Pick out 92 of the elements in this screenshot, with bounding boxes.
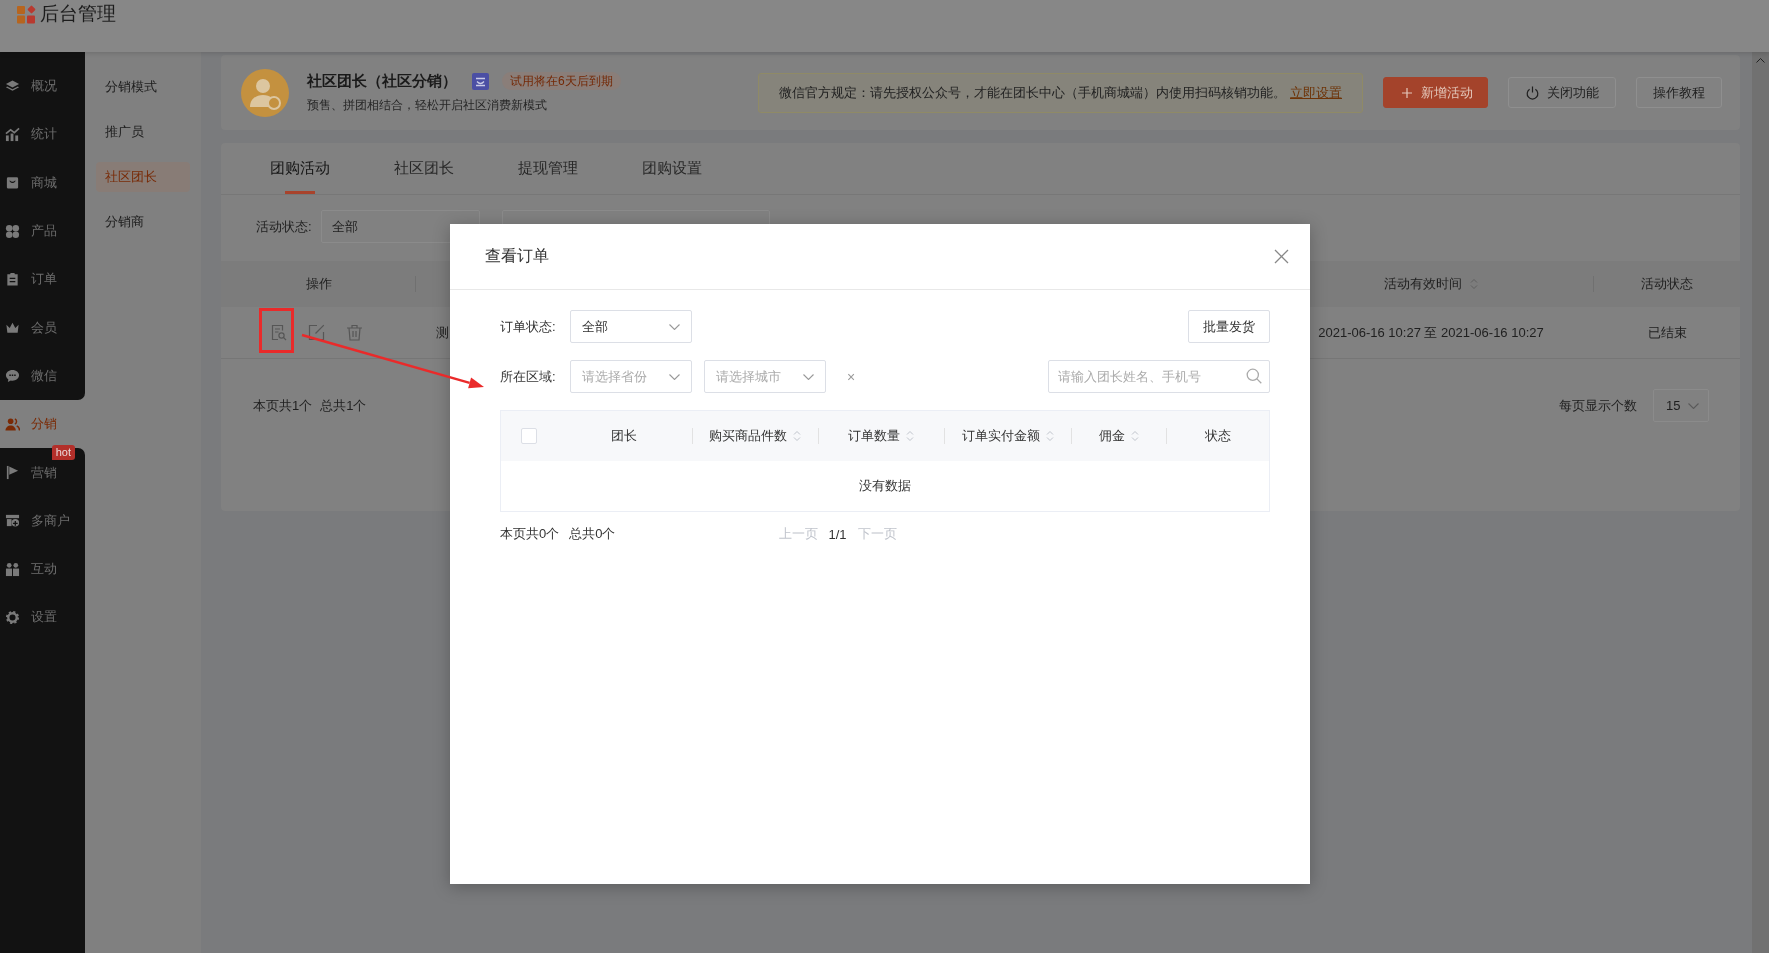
caret-icon — [1688, 402, 1699, 409]
tab[interactable]: 社区团长 — [362, 143, 486, 194]
crown-icon — [5, 320, 20, 336]
nav-item[interactable]: 订单 — [0, 255, 85, 304]
total-count: 总共0个 — [569, 525, 616, 543]
hot-tag: hot — [51, 445, 75, 461]
submenu-item[interactable]: 分销商 — [96, 207, 190, 237]
caret-icon — [669, 323, 680, 330]
clipboard-icon — [5, 271, 20, 287]
submenu-item[interactable]: 社区团长 — [96, 162, 190, 192]
nav-item[interactable]: 微信 — [0, 351, 85, 401]
trash-icon[interactable] — [346, 324, 363, 341]
batch-ship-button[interactable]: 批量发货 — [1188, 310, 1270, 343]
avatar-icon — [241, 68, 289, 117]
column-header: 活动状态 — [1640, 275, 1694, 293]
field-label: 所在区域: — [500, 367, 557, 386]
sort-icon — [1045, 430, 1054, 442]
page-size-select[interactable]: 15 — [1653, 389, 1709, 422]
highlight-frame — [259, 308, 294, 353]
setup-link[interactable]: 立即设置 — [1290, 84, 1342, 100]
trial-notice: 试用将在6天后到期 — [502, 72, 621, 90]
province-select[interactable]: 请选择省份 — [570, 360, 692, 393]
people-icon — [5, 561, 20, 577]
document-search-icon[interactable] — [270, 324, 287, 341]
search-icon[interactable] — [1246, 368, 1262, 384]
page-summary: 本页共1个 — [253, 396, 313, 415]
column-header[interactable]: 订单实付金额 — [944, 411, 1071, 461]
sort-icon — [906, 430, 914, 442]
nav-item[interactable]: 产品 — [0, 206, 85, 256]
nav-item[interactable]: 商城 — [0, 158, 85, 207]
nav-item[interactable]: 互动 — [0, 544, 85, 594]
edit-icon[interactable] — [308, 324, 325, 341]
bag-icon — [5, 175, 20, 191]
total-count: 总共1个 — [320, 396, 367, 415]
filter-label: 活动状态: — [256, 217, 313, 236]
bar-chart-icon — [5, 126, 20, 142]
nav-item[interactable]: 统计 — [0, 110, 85, 159]
page-subtitle: 预售、拼团相结合，轻松开启社区消费新模式 — [307, 97, 548, 114]
sort-icon — [1130, 430, 1139, 442]
users-icon — [5, 416, 20, 432]
add-activity-button[interactable]: 新增活动 — [1383, 77, 1488, 108]
submenu-item[interactable]: 分销模式 — [96, 72, 190, 102]
tab[interactable]: 团购设置 — [610, 143, 734, 194]
table-cell: 测 — [436, 324, 449, 340]
empty-message: 没有数据 — [859, 477, 911, 495]
app-title: 后台管理 — [40, 2, 116, 26]
submenu-item[interactable]: 推广员 — [96, 117, 190, 147]
clover-icon — [5, 223, 20, 239]
logo-icon — [17, 4, 36, 24]
dialog-title: 查看订单 — [485, 246, 549, 266]
power-icon — [1526, 85, 1539, 100]
nav-item[interactable]: 会员 — [0, 303, 85, 352]
nav-item[interactable]: 设置 — [0, 593, 85, 642]
plus-icon — [1402, 87, 1412, 98]
page-summary: 本页共0个 — [500, 525, 560, 543]
close-icon[interactable] — [1274, 249, 1289, 264]
tab[interactable]: 团购活动 — [238, 143, 362, 194]
flag-icon — [5, 465, 20, 480]
search-field[interactable]: 请输入团长姓名、手机号 — [1048, 360, 1270, 393]
column-header: 操作 — [221, 261, 416, 307]
chat-icon — [5, 368, 20, 384]
sort-icon — [793, 430, 801, 442]
column-header[interactable]: 活动有效时间 — [1268, 261, 1594, 307]
scrollbar[interactable] — [1752, 52, 1769, 953]
layers-icon — [5, 78, 20, 94]
caret-icon — [669, 373, 680, 380]
tab[interactable]: 提现管理 — [486, 143, 610, 194]
checkbox[interactable] — [521, 428, 537, 444]
nav-item[interactable]: 概况 — [0, 52, 85, 111]
column-header: 团长 — [610, 427, 638, 445]
field-label: 订单状态: — [500, 317, 557, 336]
column-header[interactable]: 购买商品件数 — [692, 411, 818, 461]
notice-text: 微信官方规定：请先授权公众号，才能在团长中心（手机商城端）内使用扫码核销功能。 立即设置 — [779, 83, 1342, 102]
store-icon — [5, 513, 20, 529]
clear-button[interactable]: × — [847, 368, 856, 385]
column-header: 状态 — [1166, 411, 1269, 461]
caret-icon — [803, 373, 814, 380]
gear-icon — [5, 609, 20, 625]
disable-feature-button[interactable]: 关闭功能 — [1508, 77, 1616, 108]
column-header[interactable]: 佣金 — [1071, 411, 1166, 461]
page-indicator: 1/1 — [828, 526, 847, 542]
table-cell: 2021-06-16 10:27 至 2021-06-16 10:27 — [1318, 323, 1544, 342]
nav-item[interactable]: 多商户 — [0, 496, 85, 545]
column-header[interactable]: 订单数量 — [818, 411, 944, 461]
badge-icon — [472, 72, 489, 90]
page-title: 社区团长（社区分销） — [307, 71, 457, 91]
tutorial-button[interactable]: 操作教程 — [1636, 77, 1722, 108]
arrow-up-icon — [1756, 58, 1765, 63]
order-status-select[interactable]: 全部 — [570, 310, 692, 343]
city-select[interactable]: 请选择城市 — [704, 360, 826, 393]
page-size-label: 每页显示个数 — [1559, 396, 1637, 415]
table-cell: 已结束 — [1647, 323, 1687, 342]
